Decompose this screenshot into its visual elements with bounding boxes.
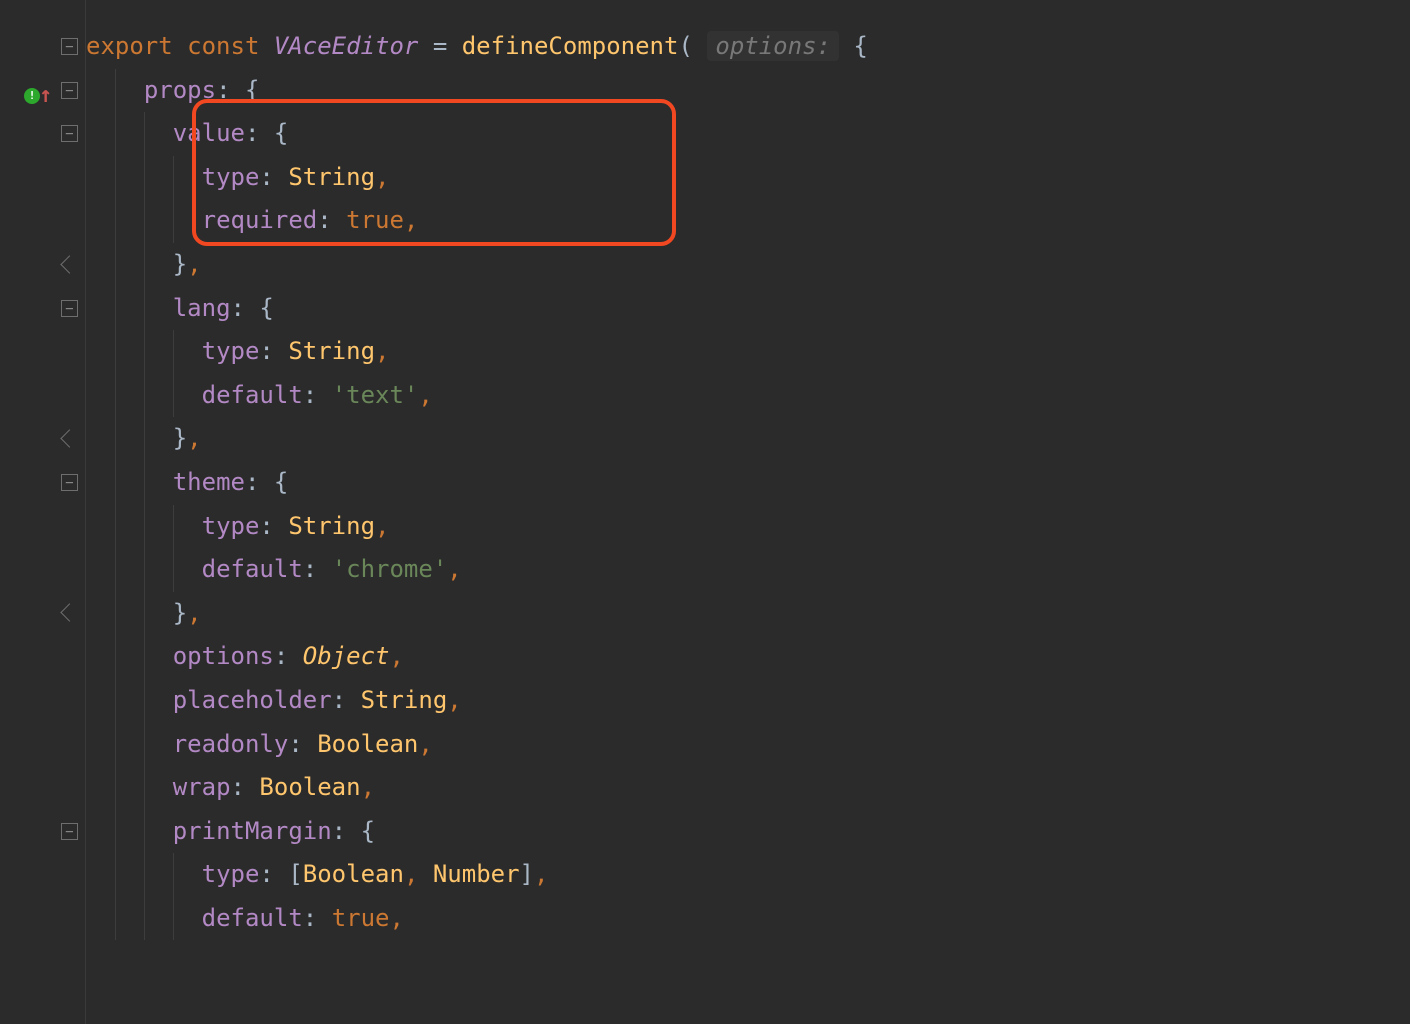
code-line: type: String, bbox=[86, 330, 1410, 374]
fold-toggle-icon[interactable] bbox=[61, 300, 78, 317]
fold-close-icon[interactable] bbox=[60, 429, 78, 447]
code-line: placeholder: String, bbox=[86, 679, 1410, 723]
fold-toggle-icon[interactable] bbox=[61, 823, 78, 840]
fold-toggle-icon[interactable] bbox=[61, 125, 78, 142]
fold-close-icon[interactable] bbox=[60, 255, 78, 273]
code-line: theme: { bbox=[86, 461, 1410, 505]
code-line: readonly: Boolean, bbox=[86, 723, 1410, 767]
arrow-up-icon: ↑ bbox=[39, 74, 52, 118]
code-line: default: 'text', bbox=[86, 374, 1410, 418]
editor-gutter: ! ↑ bbox=[0, 0, 86, 1024]
code-line: default: true, bbox=[86, 897, 1410, 941]
code-line: }, bbox=[86, 592, 1410, 636]
code-line: export const VAceEditor = defineComponen… bbox=[86, 25, 1410, 69]
code-line: type: String, bbox=[86, 156, 1410, 200]
code-line: type: [Boolean, Number], bbox=[86, 853, 1410, 897]
code-line: default: 'chrome', bbox=[86, 548, 1410, 592]
gutter-marker[interactable]: ! ↑ bbox=[24, 74, 52, 118]
code-area[interactable]: export const VAceEditor = defineComponen… bbox=[86, 0, 1410, 1024]
code-line: type: String, bbox=[86, 505, 1410, 549]
fold-toggle-icon[interactable] bbox=[61, 82, 78, 99]
code-line: }, bbox=[86, 243, 1410, 287]
code-line: }, bbox=[86, 417, 1410, 461]
code-editor[interactable]: ! ↑ export const VAceEditor = defineComp… bbox=[0, 0, 1410, 1024]
fold-toggle-icon[interactable] bbox=[61, 38, 78, 55]
code-line: required: true, bbox=[86, 199, 1410, 243]
fold-gutter bbox=[55, 0, 85, 1024]
status-dot-icon: ! bbox=[24, 88, 40, 104]
code-line: options: Object, bbox=[86, 635, 1410, 679]
code-line: lang: { bbox=[86, 287, 1410, 331]
fold-close-icon[interactable] bbox=[60, 603, 78, 621]
parameter-hint: options: bbox=[707, 31, 839, 61]
code-line: printMargin: { bbox=[86, 810, 1410, 854]
fold-toggle-icon[interactable] bbox=[61, 474, 78, 491]
code-line: props: { bbox=[86, 69, 1410, 113]
code-line: wrap: Boolean, bbox=[86, 766, 1410, 810]
code-line: value: { bbox=[86, 112, 1410, 156]
